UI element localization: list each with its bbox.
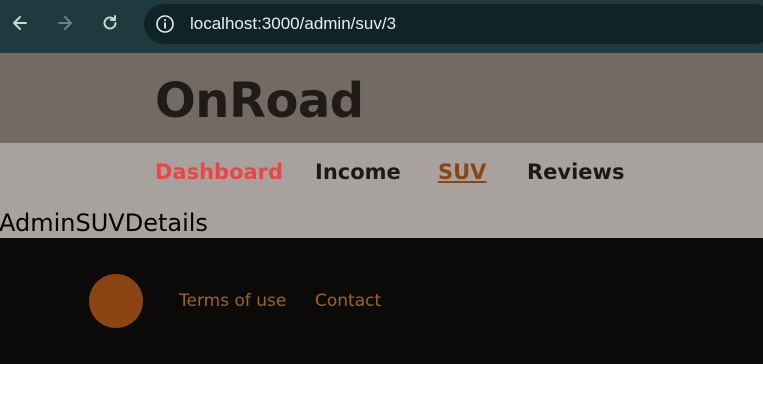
url-text[interactable]: localhost:3000/admin/suv/3 — [190, 14, 396, 34]
brand-logo-text[interactable]: OnRoad — [155, 73, 364, 129]
info-icon[interactable] — [154, 13, 176, 35]
browser-toolbar: localhost:3000/admin/suv/3 — [0, 0, 763, 53]
site-footer: Terms of use Contact — [0, 238, 763, 364]
footer-logo[interactable] — [89, 274, 143, 328]
nav-link-dashboard[interactable]: Dashboard — [155, 160, 283, 184]
footer-link-terms[interactable]: Terms of use — [179, 291, 286, 311]
site-header: OnRoad — [0, 53, 763, 143]
address-bar[interactable]: localhost:3000/admin/suv/3 — [144, 4, 763, 44]
page-title: AdminSUVDetails — [0, 209, 208, 237]
footer-link-contact[interactable]: Contact — [315, 291, 381, 311]
nav-link-income[interactable]: Income — [315, 160, 401, 184]
arrow-left-icon[interactable] — [8, 11, 32, 35]
arrow-right-icon[interactable] — [53, 11, 77, 35]
main-nav-section: Dashboard Income SUV Reviews AdminSUVDet… — [0, 143, 763, 238]
reload-icon[interactable] — [98, 11, 122, 35]
nav-link-suv[interactable]: SUV — [438, 160, 486, 184]
nav-link-reviews[interactable]: Reviews — [527, 160, 624, 184]
